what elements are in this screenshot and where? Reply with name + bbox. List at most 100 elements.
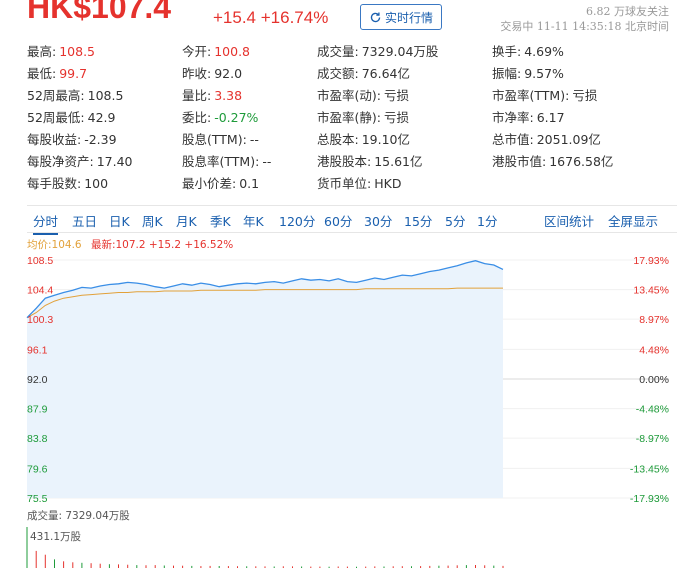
y-right-tick: 17.93%: [633, 255, 669, 267]
y-right-tick: -13.45%: [630, 463, 669, 475]
stat-value: 100.8: [214, 44, 251, 59]
chart-period-tabs: 分时 五日 日K 周K 月K 季K 年K 120分 60分 30分 15分 5分 1分 区间统计 全屏显示: [27, 205, 677, 235]
y-right-tick: 0.00%: [639, 374, 669, 386]
stat-item: 今开: 100.8: [182, 41, 250, 60]
stat-label: 换手:: [492, 44, 522, 59]
stats-row: 52周最高: 108.5 量比: 3.38 市盈率(动): 亏损 市盈率(TTM): 亏损: [27, 85, 677, 107]
stat-label: 港股市值:: [492, 154, 547, 169]
stat-item: 最小价差: 0.1: [182, 173, 259, 192]
price-area: [27, 260, 503, 498]
fullscreen-link[interactable]: 全屏显示: [608, 211, 658, 230]
stat-value: 亏损: [572, 88, 598, 103]
y-left-tick: 87.9: [27, 404, 48, 416]
stat-label: 市盈率(TTM):: [492, 88, 570, 103]
stat-item: 港股市值: 1676.58亿: [492, 151, 613, 170]
stat-label: 港股股本:: [317, 154, 372, 169]
tab-period[interactable]: 月K: [176, 211, 197, 230]
stat-item: 每股净资产: 17.40: [27, 151, 133, 170]
intraday-chart[interactable]: 雪球108.517.93%104.413.45%100.38.97%96.14.…: [0, 250, 685, 505]
tab-period[interactable]: 五日: [72, 211, 97, 230]
tab-period[interactable]: 季K: [210, 211, 231, 230]
stat-label: 最低:: [27, 66, 57, 81]
tab-period[interactable]: 日K: [109, 211, 130, 230]
tab-period[interactable]: 30分: [364, 211, 392, 230]
intraday-chart-svg: 雪球108.517.93%104.413.45%100.38.97%96.14.…: [26, 255, 669, 505]
stat-value: 108.5: [59, 44, 96, 59]
y-right-tick: -17.93%: [630, 493, 669, 505]
stat-label: 今开:: [182, 44, 212, 59]
stats-row: 每股收益: -2.39 股息(TTM): -- 总股本: 19.10亿 总市值: 2051.0…: [27, 129, 677, 151]
stat-label: 每股收益:: [27, 132, 82, 147]
stat-item: 52周最低: 42.9: [27, 107, 115, 126]
y-left-tick: 79.6: [27, 463, 48, 475]
tab-period[interactable]: 分时: [33, 211, 59, 235]
stat-label: 委比:: [182, 110, 212, 125]
y-left-tick: 100.3: [27, 314, 53, 326]
stat-label: 货币单位:: [317, 176, 372, 191]
stat-item: 振幅: 9.57%: [492, 63, 564, 82]
stat-label: 股息率(TTM):: [182, 154, 260, 169]
y-right-tick: -8.97%: [636, 433, 669, 445]
y-right-tick: 13.45%: [633, 285, 669, 297]
stats-row: 最低: 99.7 昨收: 92.0 成交额: 76.64亿 振幅: 9.57%: [27, 63, 677, 85]
stat-value: 19.10亿: [361, 132, 411, 147]
stat-item: 股息(TTM): --: [182, 129, 259, 148]
stat-value: 6.17: [536, 110, 565, 125]
stats-row: 52周最低: 42.9 委比: -0.27% 市盈率(静): 亏损 市净率: 6.17: [27, 107, 677, 129]
tab-period[interactable]: 120分: [279, 211, 315, 230]
y-right-tick: 8.97%: [639, 314, 669, 326]
y-left-tick: 75.5: [27, 493, 48, 505]
stat-label: 成交额:: [317, 66, 359, 81]
stat-item: 货币单位: HKD: [317, 173, 401, 192]
volume-max-label: 431.1万股: [30, 531, 82, 543]
tab-period[interactable]: 年K: [243, 211, 264, 230]
stats-row: 每股净资产: 17.40 股息率(TTM): -- 港股股本: 15.61亿 港股市值: 16…: [27, 151, 677, 173]
stat-value: 1676.58亿: [549, 154, 614, 169]
y-left-tick: 108.5: [27, 255, 53, 267]
stat-value: 4.69%: [524, 44, 564, 59]
y-left-tick: 92.0: [27, 374, 48, 386]
tab-period[interactable]: 15分: [404, 211, 432, 230]
stat-value: 92.0: [214, 66, 243, 81]
stat-value: 7329.04万股: [361, 44, 439, 59]
stat-label: 总股本:: [317, 132, 359, 147]
tab-period[interactable]: 周K: [142, 211, 163, 230]
realtime-quote-button[interactable]: 实时行情: [360, 4, 442, 30]
stat-value: -0.27%: [214, 110, 259, 125]
y-left-tick: 83.8: [27, 433, 48, 445]
stat-value: 108.5: [87, 88, 124, 103]
stat-label: 52周最高:: [27, 88, 85, 103]
tab-period[interactable]: 1分: [477, 211, 497, 230]
stat-value: 15.61亿: [374, 154, 423, 169]
stat-value: 17.40: [96, 154, 133, 169]
stat-label: 量比:: [182, 88, 212, 103]
stat-item: 总市值: 2051.09亿: [492, 129, 601, 148]
stat-item: 市盈率(动): 亏损: [317, 85, 409, 104]
y-right-tick: -4.48%: [636, 404, 669, 416]
stat-label: 市盈率(动):: [317, 88, 381, 103]
stat-value: 99.7: [59, 66, 88, 81]
stat-label: 市净率:: [492, 110, 534, 125]
stat-value: 9.57%: [524, 66, 564, 81]
stat-value: -2.39: [84, 132, 117, 147]
stat-label: 最小价差:: [182, 176, 237, 191]
tab-period[interactable]: 60分: [324, 211, 352, 230]
range-stats-link[interactable]: 区间统计: [544, 211, 594, 230]
trade-status-time: 交易中 11-11 14:35:18 北京时间: [500, 20, 669, 33]
stats-row: 最高: 108.5 今开: 100.8 成交量: 7329.04万股 换手: 4.69%: [27, 41, 677, 63]
stat-label: 昨收:: [182, 66, 212, 81]
stat-value: HKD: [374, 176, 402, 191]
stat-item: 委比: -0.27%: [182, 107, 258, 126]
tab-period[interactable]: 5分: [445, 211, 465, 230]
stats-row: 每手股数: 100 最小价差: 0.1 货币单位: HKD: [27, 173, 677, 195]
stat-item: 成交量: 7329.04万股: [317, 41, 438, 60]
stat-item: 股息率(TTM): --: [182, 151, 271, 170]
stat-item: 最高: 108.5: [27, 41, 95, 60]
stat-value: 亏损: [383, 88, 409, 103]
y-left-tick: 104.4: [27, 285, 53, 297]
stat-label: 最高:: [27, 44, 57, 59]
follower-count[interactable]: 6.82 万球友关注: [586, 3, 669, 19]
stat-value: 亏损: [383, 110, 409, 125]
stat-item: 每手股数: 100: [27, 173, 108, 192]
stat-label: 股息(TTM):: [182, 132, 247, 147]
